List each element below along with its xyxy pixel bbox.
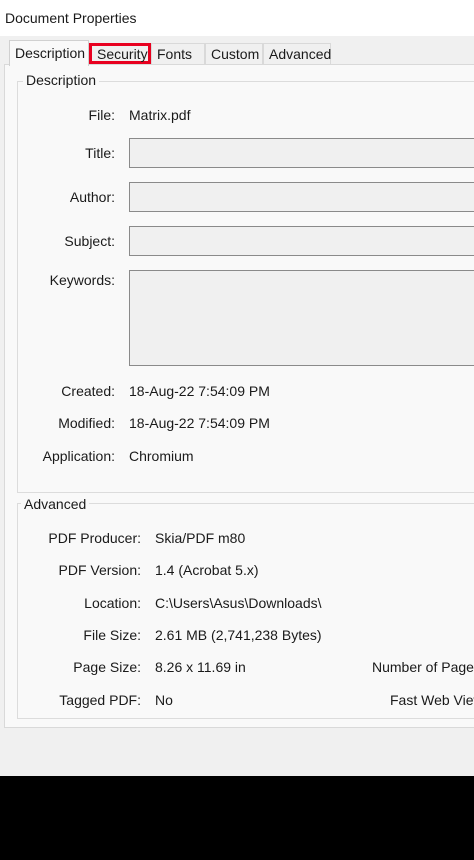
modified-value: 18-Aug-22 7:54:09 PM <box>129 415 270 431</box>
page-size-label: Page Size: <box>73 659 141 675</box>
tagged-pdf-label: Tagged PDF: <box>59 692 141 708</box>
keywords-label: Keywords: <box>49 272 115 288</box>
author-label: Author: <box>69 189 115 205</box>
title-field[interactable] <box>129 138 474 168</box>
number-of-pages-label: Number of Pages: <box>372 659 474 675</box>
title-label: Title: <box>85 145 115 161</box>
file-size-label: File Size: <box>83 627 141 643</box>
tab-fonts[interactable]: Fonts <box>151 43 205 64</box>
application-label: Application: <box>42 448 115 464</box>
advanced-legend: Advanced <box>21 496 90 512</box>
application-value: Chromium <box>129 448 194 464</box>
tab-description[interactable]: Description <box>9 40 89 66</box>
location-label: Location: <box>84 595 141 611</box>
author-field[interactable] <box>129 182 474 212</box>
document-properties-window: Document Properties Description Security… <box>0 0 474 776</box>
location-value: C:\Users\Asus\Downloads\ <box>155 595 322 611</box>
pdf-version-value: 1.4 (Acrobat 5.x) <box>155 562 259 578</box>
keywords-field[interactable] <box>129 270 474 366</box>
pdf-producer-value: Skia/PDF m80 <box>155 530 246 546</box>
description-legend: Description <box>23 72 100 88</box>
tab-advanced[interactable]: Advanced <box>263 43 331 64</box>
created-label: Created: <box>61 383 115 399</box>
subject-field[interactable] <box>129 226 474 256</box>
title-bar: Document Properties <box>0 0 474 36</box>
fast-web-view-label: Fast Web View: <box>390 692 474 708</box>
tab-panel-description: Description File: Matrix.pdf Title: Auth… <box>4 64 474 728</box>
page-size-value: 8.26 x 11.69 in <box>155 659 246 675</box>
window-title: Document Properties <box>5 10 137 26</box>
tagged-pdf-value: No <box>155 692 173 708</box>
tab-security[interactable]: Security <box>89 43 151 64</box>
created-value: 18-Aug-22 7:54:09 PM <box>129 383 270 399</box>
subject-label: Subject: <box>64 233 115 249</box>
file-size-value: 2.61 MB (2,741,238 Bytes) <box>155 627 322 643</box>
tab-custom[interactable]: Custom <box>205 43 263 64</box>
file-label: File: <box>88 107 115 123</box>
modified-label: Modified: <box>58 415 115 431</box>
file-value: Matrix.pdf <box>129 107 191 123</box>
tab-strip: Description Security Fonts Custom Advanc… <box>0 40 474 66</box>
pdf-version-label: PDF Version: <box>58 562 141 578</box>
pdf-producer-label: PDF Producer: <box>48 530 141 546</box>
